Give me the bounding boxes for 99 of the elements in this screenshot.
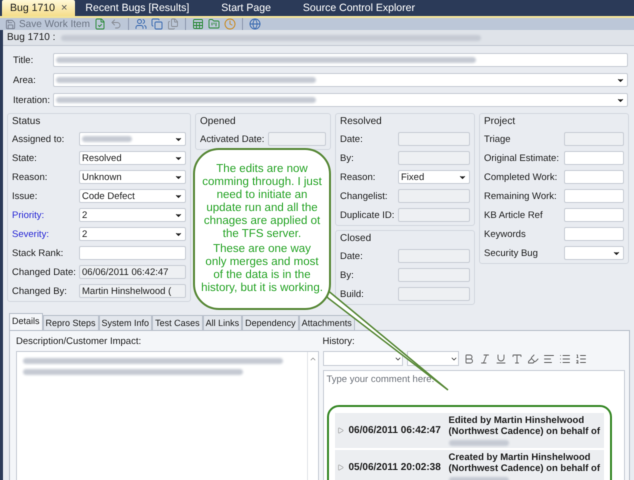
readonly-field[interactable] — [398, 132, 470, 146]
text-field[interactable] — [79, 246, 186, 260]
document-tab[interactable]: Source Control Explorer — [294, 0, 423, 16]
document-tab[interactable]: Recent Bugs [Results] — [77, 0, 198, 16]
dropdown-field[interactable] — [53, 73, 628, 87]
undo-icon[interactable] — [110, 18, 122, 30]
group-title: Project — [484, 116, 516, 127]
dropdown-field[interactable]: Resolved — [79, 151, 186, 165]
field-label: Changed By: — [12, 286, 68, 296]
field-label: Changelist: — [340, 190, 389, 202]
callout-text: These are one way only merges and most of the data is in the history, but it is working. — [201, 243, 323, 295]
field-label: Keywords — [484, 228, 527, 240]
readonly-field[interactable]: 06/06/2011 06:42:47 — [79, 265, 186, 279]
dropdown-field[interactable] — [53, 93, 628, 107]
field-label: State: — [12, 152, 38, 164]
text-field[interactable] — [564, 189, 624, 203]
field-label: Changed Date: — [12, 266, 77, 278]
group-title: Resolved — [340, 116, 383, 127]
field-label: Duplicate ID: — [340, 210, 396, 220]
field-label: Issue: — [12, 190, 38, 202]
readonly-field[interactable] — [398, 287, 470, 301]
document-tab[interactable]: Bug 1710 × — [2, 0, 76, 16]
text-field[interactable] — [564, 227, 624, 241]
text-field[interactable] — [564, 208, 624, 222]
detail-tab[interactable]: Details — [9, 313, 43, 330]
field-label: Date: — [340, 250, 364, 262]
copy-icon[interactable] — [150, 18, 163, 30]
dropdown-field[interactable]: 2 — [79, 208, 186, 222]
globe-icon[interactable] — [248, 18, 261, 30]
field-label: Remaining Work: — [484, 190, 558, 202]
field-label: Reason: — [12, 172, 48, 182]
dropdown-field[interactable] — [564, 246, 624, 260]
history-entry[interactable]: 05/06/2011 20:02:38 Created by Martin Hinshelwood (Northwest Cadence) on behalf of — [334, 450, 604, 480]
files-icon[interactable] — [166, 18, 179, 30]
readonly-field[interactable]: Martin Hinshelwood ( — [79, 284, 186, 298]
field-label: Priority: — [12, 210, 46, 220]
history-entry[interactable]: 06/06/2011 06:42:47 Edited by Martin Hinshelwood (Northwest Cadence) on behalf of — [334, 413, 604, 448]
field-label: Triage — [484, 134, 512, 144]
clock-icon[interactable] — [224, 18, 236, 30]
work-item-heading: Bug 1710 : — [7, 32, 56, 43]
field-label: Build: — [340, 288, 365, 300]
readonly-field[interactable] — [398, 249, 470, 263]
field-label: Title: — [13, 54, 34, 66]
spreadsheet-icon[interactable] — [192, 18, 204, 30]
callout-text: The edits are now comming through. I just need to initiate an update run and all the chnages are applied ot the TFS server. — [201, 163, 323, 241]
text-field[interactable] — [564, 170, 624, 184]
detail-tab[interactable]: Attachments — [298, 315, 355, 330]
expand-icon — [336, 464, 344, 471]
dropdown-field[interactable]: Fixed — [398, 170, 470, 184]
group-title: Closed — [340, 233, 372, 244]
scroll-up-icon — [308, 355, 316, 363]
field-label: By: — [340, 152, 355, 164]
field-label: Activated Date: — [200, 134, 266, 144]
description-field[interactable] — [16, 351, 318, 480]
detail-tab[interactable]: Test Cases — [152, 315, 203, 330]
users-icon[interactable] — [134, 18, 147, 30]
bold-icon[interactable] — [462, 352, 474, 364]
readonly-field[interactable] — [398, 208, 470, 222]
field-label: KB Article Ref — [484, 210, 544, 220]
history-label: History: — [322, 336, 356, 347]
numbered-list-icon[interactable] — [574, 352, 586, 364]
expand-icon — [336, 427, 344, 434]
group-title: Status — [12, 116, 42, 127]
save-icon — [5, 18, 16, 30]
text-field[interactable] — [53, 53, 628, 67]
readonly-field[interactable] — [398, 268, 470, 282]
dropdown-field[interactable]: 2 — [79, 227, 186, 241]
detail-tab[interactable]: System Info — [98, 315, 152, 330]
field-label: Area: — [13, 74, 37, 86]
underline-icon[interactable] — [494, 352, 506, 364]
size-dropdown[interactable] — [406, 351, 458, 366]
field-label: Stack Rank: — [12, 248, 64, 258]
readonly-field[interactable] — [268, 132, 326, 146]
readonly-field[interactable] — [398, 189, 470, 203]
field-label: Completed Work: — [484, 172, 558, 182]
field-label: Reason: — [340, 172, 376, 182]
field-label: Security Bug — [484, 248, 539, 258]
field-label: Severity: — [12, 228, 50, 240]
group-title: Opened — [200, 116, 237, 127]
field-label: Original Estimate: — [484, 152, 560, 164]
detail-tab[interactable]: Repro Steps — [42, 315, 99, 330]
document-tab[interactable]: Start Page — [213, 0, 279, 16]
detail-tab[interactable]: All Links — [202, 315, 242, 330]
dropdown-field[interactable]: Unknown — [79, 170, 186, 184]
field-label: Assigned to: — [12, 134, 66, 144]
text-field[interactable] — [564, 151, 624, 165]
readonly-field[interactable] — [398, 151, 470, 165]
field-label: By: — [340, 270, 355, 280]
description-label: Description/Customer Impact: — [16, 336, 142, 347]
field-label: Iteration: — [13, 94, 51, 106]
align-icon[interactable] — [542, 352, 554, 364]
dropdown-field[interactable] — [79, 132, 186, 146]
readonly-field[interactable] — [564, 132, 624, 146]
italic-icon[interactable] — [478, 352, 490, 364]
highlighter-icon[interactable] — [526, 352, 538, 364]
field-label: Date: — [340, 134, 364, 144]
dropdown-field[interactable]: Code Defect — [79, 189, 186, 203]
detail-tab[interactable]: Dependency — [242, 315, 299, 330]
close-icon[interactable]: × — [60, 2, 68, 14]
